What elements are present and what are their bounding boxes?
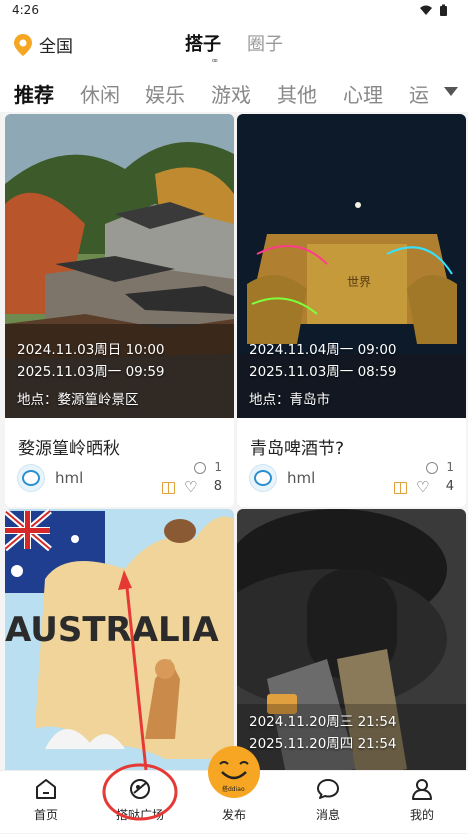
- coin-icon: [426, 462, 438, 474]
- coin-count: 1: [446, 460, 454, 474]
- author-info[interactable]: hml: [17, 464, 83, 492]
- card-stats: 1 ♡ 8: [162, 460, 222, 498]
- card-stats: 1 ♡ 4: [394, 460, 454, 498]
- nav-mine-label: 我的: [409, 808, 434, 822]
- card-image: 2024.11.03周日 10:00 2025.11.03周一 09:59 地点…: [5, 114, 234, 418]
- home-icon: [36, 779, 56, 799]
- australia-illustration: AUSTRALIA: [5, 509, 234, 770]
- end-time: 2025.11.20周四 21:54: [249, 736, 397, 752]
- publish-label: 发布: [221, 808, 246, 822]
- activity-card[interactable]: 2024.11.20周三 21:54 2025.11.20周四 21:54: [237, 509, 466, 770]
- expand-categories-icon[interactable]: [444, 87, 458, 96]
- heart-icon[interactable]: ♡: [184, 478, 197, 496]
- status-bar: 4:26: [0, 0, 468, 22]
- activity-card[interactable]: AUSTRALIA: [5, 509, 234, 770]
- like-count: 4: [445, 479, 454, 494]
- nav-plaza-label: 搭哒广场: [115, 808, 164, 822]
- card-image: AUSTRALIA: [5, 509, 234, 770]
- tab-quanzi[interactable]: 圈子: [247, 30, 283, 56]
- card-image: 世界 2024.11.04周一 09:00 2025.11.03周一 08:59…: [237, 114, 466, 418]
- card-title: 婺源篁岭晒秋: [18, 439, 120, 459]
- start-time: 2024.11.03周日 10:00: [17, 342, 165, 358]
- category-tab-games[interactable]: 游戏: [211, 79, 251, 108]
- refresh-indicator: ꟹ: [212, 58, 218, 68]
- nav-messages-label: 消息: [315, 808, 340, 822]
- location-pin-icon: [14, 33, 32, 56]
- wifi-battery-icon: [420, 4, 447, 16]
- publish-logo-text: 搭ddiao: [222, 785, 245, 793]
- smiley-logo-icon: 搭ddiao: [219, 761, 249, 793]
- bottom-navigation: 首页 搭哒广场 搭ddiao 发布 消息 我的: [0, 746, 468, 834]
- category-tab-other[interactable]: 其他: [277, 79, 317, 108]
- profile-icon: [412, 779, 432, 800]
- category-tabs: 推荐 休闲 娱乐 游戏 其他 心理 运: [0, 70, 468, 112]
- end-time: 2025.11.03周一 09:59: [17, 364, 165, 380]
- top-bar: 全国 搭子 圈子 ꟹ: [0, 22, 468, 70]
- category-tab-recommend[interactable]: 推荐: [14, 79, 54, 108]
- author-name: hml: [287, 469, 316, 487]
- clock: 4:26: [12, 3, 39, 17]
- category-tab-sports[interactable]: 运: [409, 79, 429, 108]
- heart-icon[interactable]: ♡: [416, 478, 429, 496]
- category-tab-leisure[interactable]: 休闲: [80, 79, 120, 108]
- nav-home-label: 首页: [33, 808, 58, 822]
- avatar: [249, 464, 277, 492]
- end-time: 2025.11.03周一 08:59: [249, 364, 397, 380]
- location-label: 全国: [39, 37, 73, 57]
- card-title: 青岛啤酒节?: [250, 439, 345, 459]
- activity-card[interactable]: 世界 2024.11.04周一 09:00 2025.11.03周一 08:59…: [237, 114, 466, 507]
- start-time: 2024.11.20周三 21:54: [249, 714, 397, 730]
- system-icons: [418, 4, 458, 19]
- card-image: 2024.11.20周三 21:54 2025.11.20周四 21:54: [237, 509, 466, 770]
- plaza-icon: [130, 779, 150, 799]
- category-tab-entertainment[interactable]: 娱乐: [145, 79, 185, 108]
- ping-pong-photo: [237, 509, 466, 770]
- gift-icon[interactable]: [394, 482, 407, 494]
- author-name: hml: [55, 469, 84, 487]
- nav-home[interactable]: 首页: [6, 771, 86, 834]
- message-icon: [317, 779, 339, 799]
- nav-messages[interactable]: 消息: [288, 771, 368, 834]
- location-text: 地点：婺源篁岭景区: [17, 392, 139, 408]
- activity-feed[interactable]: 2024.11.03周日 10:00 2025.11.03周一 09:59 地点…: [0, 112, 468, 770]
- sculpture-text: 世界: [347, 275, 371, 289]
- tab-dazi[interactable]: 搭子: [185, 30, 221, 56]
- publish-button[interactable]: 搭ddiao: [208, 746, 260, 798]
- nav-plaza[interactable]: 搭哒广场: [100, 771, 180, 834]
- author-info[interactable]: hml: [249, 464, 315, 492]
- coin-count: 1: [214, 460, 222, 474]
- gift-icon[interactable]: [162, 482, 175, 494]
- coin-icon: [194, 462, 206, 474]
- location-selector[interactable]: 全国: [14, 32, 73, 57]
- avatar: [17, 464, 45, 492]
- location-text: 地点：青岛市: [249, 392, 330, 408]
- activity-card[interactable]: 2024.11.03周日 10:00 2025.11.03周一 09:59 地点…: [5, 114, 234, 507]
- start-time: 2024.11.04周一 09:00: [249, 342, 397, 358]
- nav-mine[interactable]: 我的: [382, 771, 462, 834]
- like-count: 8: [213, 479, 222, 494]
- australia-text: AUSTRALIA: [5, 610, 219, 650]
- category-tab-psychology[interactable]: 心理: [343, 79, 383, 108]
